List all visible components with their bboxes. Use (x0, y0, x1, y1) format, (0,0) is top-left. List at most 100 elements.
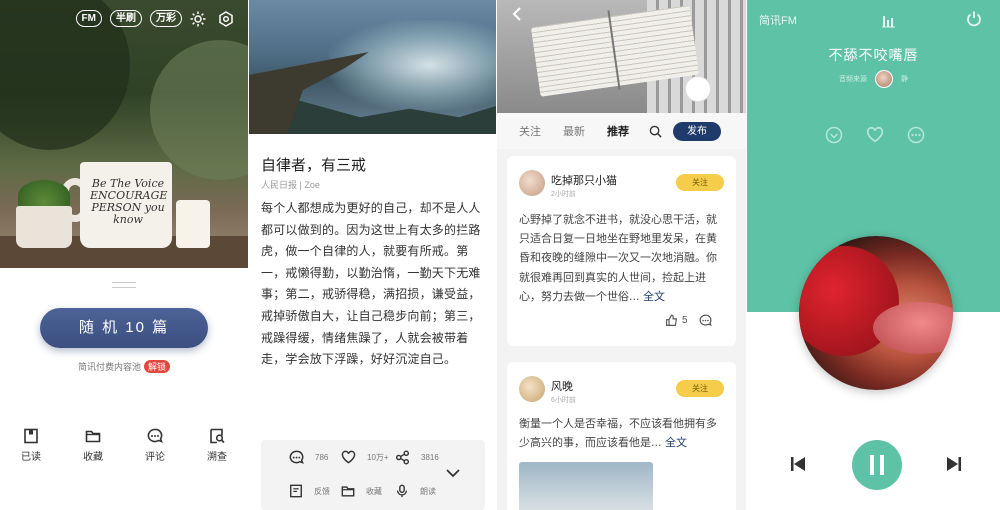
read-more-link[interactable]: 全文 (643, 290, 665, 303)
power-icon[interactable] (965, 10, 983, 28)
follow-button[interactable]: 关注 (676, 380, 724, 397)
fm-player-panel: 简讯FM 不舔不咬嘴唇 音频来源 静 (747, 0, 1000, 510)
article-cover-image (249, 0, 496, 134)
paid-pool-row: 简讯付费内容池 解锁 (0, 360, 248, 373)
post-author[interactable]: 风晚 (551, 378, 573, 394)
comment-count: 786 (315, 453, 329, 462)
share-icon (395, 450, 410, 465)
like-count: 10万+ (367, 452, 389, 462)
post-card[interactable]: 吃掉那只小猫 2小时前 关注 心野掉了就念不进书，就没心思干活，就只适合日复一日… (507, 156, 736, 346)
like-count: 5 (682, 315, 688, 326)
album-cover (799, 236, 953, 390)
tab-collect-label: 收藏 (83, 452, 103, 463)
tab-trace[interactable]: 溯查 (192, 428, 242, 463)
feedback-action[interactable]: 反馈 (289, 484, 330, 498)
publish-button[interactable]: 发布 (673, 122, 721, 141)
read-icon (24, 428, 38, 444)
article-body: 每个人都想成为更好的自己，却不是人人都可以做到的。因为这世上有太多的拦路虎，做一… (261, 201, 481, 367)
chevron-down-icon (446, 469, 460, 478)
post-text-body: 心野掉了就念不进书，就没心思干活，就只适合日复一日地坐在野地里发呆，在黄昏和夜晚… (519, 213, 717, 303)
post-text-body: 衡量一个人是否幸福，不应该看他拥有多少高兴的事，而应该看他是... (519, 417, 717, 450)
equalizer-icon[interactable] (881, 12, 897, 28)
tab-read-label: 已读 (21, 452, 41, 463)
comment-icon (147, 428, 163, 443)
tab-latest[interactable]: 最新 (563, 123, 585, 139)
folder-icon (341, 486, 355, 497)
artist-suffix: 静 (901, 76, 908, 83)
heart-icon (341, 450, 356, 464)
article-panel: 自律者，有三戒 人民日报 | Zoe 每个人都想成为更好的自己，却不是人人都可以… (249, 0, 496, 510)
collapse-button[interactable] (445, 468, 461, 478)
post-text: 心野掉了就念不进书，就没心思干活，就只适合日复一日地坐在野地里发呆，在黄昏和夜晚… (519, 210, 725, 306)
tab-trace-label: 溯查 (207, 452, 227, 463)
half-badge[interactable]: 半刷 (110, 10, 142, 27)
tab-recommended[interactable]: 推荐 (607, 123, 629, 139)
previous-button[interactable] (789, 455, 807, 473)
article-action-bar: 786 10万+ 3816 反馈 收藏 朗读 (261, 440, 485, 510)
random-ten-button[interactable]: 随 机 10 篇 (40, 308, 208, 348)
comment-action[interactable] (699, 314, 712, 327)
search-icon[interactable] (649, 125, 662, 138)
chevron-left-icon (512, 7, 521, 21)
collect-label: 收藏 (366, 486, 382, 496)
more-icon[interactable] (907, 126, 925, 144)
article-title: 自律者，有三戒 (261, 157, 367, 174)
pause-icon (870, 455, 884, 475)
feedback-icon (290, 484, 302, 498)
heart-icon[interactable] (866, 126, 884, 144)
tab-following[interactable]: 关注 (519, 123, 541, 139)
wan-badge[interactable]: 万彩 (150, 10, 182, 27)
hero-image: Be The Voice ENCOURAGE PERSON you know (0, 0, 248, 268)
avatar[interactable] (519, 170, 545, 196)
share-action[interactable]: 3816 (395, 450, 439, 465)
follow-button[interactable]: 关注 (676, 174, 724, 191)
tab-comment-label: 评论 (145, 452, 165, 463)
post-text: 衡量一个人是否幸福，不应该看他拥有多少高兴的事，而应该看他是... 全文 (519, 414, 725, 452)
next-button[interactable] (945, 455, 963, 473)
settings-icon[interactable] (218, 10, 238, 27)
read-more-link[interactable]: 全文 (665, 436, 687, 449)
profile-avatar[interactable] (685, 76, 711, 102)
article-source: 人民日报 | Zoe (261, 180, 320, 190)
feedback-label: 反馈 (314, 486, 330, 496)
read-aloud-action[interactable]: 朗读 (395, 484, 436, 498)
community-cover-image (497, 0, 746, 113)
share-count: 3816 (421, 453, 439, 462)
comment-icon (699, 314, 712, 326)
pause-button[interactable] (852, 440, 902, 490)
brightness-icon[interactable] (190, 11, 210, 27)
tab-comment[interactable]: 评论 (130, 428, 180, 463)
skip-previous-icon (791, 457, 805, 471)
avatar[interactable] (519, 376, 545, 402)
tab-read[interactable]: 已读 (6, 428, 56, 463)
post-image[interactable] (519, 462, 653, 510)
read-aloud-label: 朗读 (420, 486, 436, 496)
post-author[interactable]: 吃掉那只小猫 (551, 172, 617, 188)
unlock-badge[interactable]: 解锁 (144, 360, 171, 373)
tab-collect[interactable]: 收藏 (68, 428, 118, 463)
back-button[interactable] (511, 6, 523, 22)
skip-next-icon (947, 457, 961, 471)
collect-action[interactable]: 收藏 (341, 484, 382, 498)
comment-icon (289, 450, 304, 464)
like-action[interactable]: 5 (665, 314, 688, 327)
thumbs-up-icon (666, 314, 678, 326)
comment-action[interactable]: 786 (289, 450, 328, 465)
drag-handle[interactable] (112, 282, 136, 288)
pool-label: 简讯付费内容池 (77, 362, 141, 372)
download-icon[interactable] (825, 126, 843, 144)
fm-badge[interactable]: FM (75, 10, 102, 27)
song-title: 不舔不咬嘴唇 (828, 47, 919, 63)
post-time: 2小时前 (551, 191, 576, 198)
song-actions (825, 126, 925, 144)
avatar[interactable] (875, 70, 893, 88)
top-toolbar: FM 半刷 万彩 (75, 10, 238, 27)
fm-brand: 简讯FM (759, 15, 797, 27)
artist-label: 音频来源 (839, 76, 867, 83)
home-panel: Be The Voice ENCOURAGE PERSON you know F… (0, 0, 248, 510)
post-card[interactable]: 风晚 6小时前 关注 衡量一个人是否幸福，不应该看他拥有多少高兴的事，而应该看他… (507, 362, 736, 510)
artist-row: 音频来源 静 (747, 70, 1000, 88)
like-action[interactable]: 10万+ (341, 450, 389, 464)
search-doc-icon (210, 428, 225, 444)
mug-text: Be The Voice ENCOURAGE PERSON you know (90, 177, 168, 226)
